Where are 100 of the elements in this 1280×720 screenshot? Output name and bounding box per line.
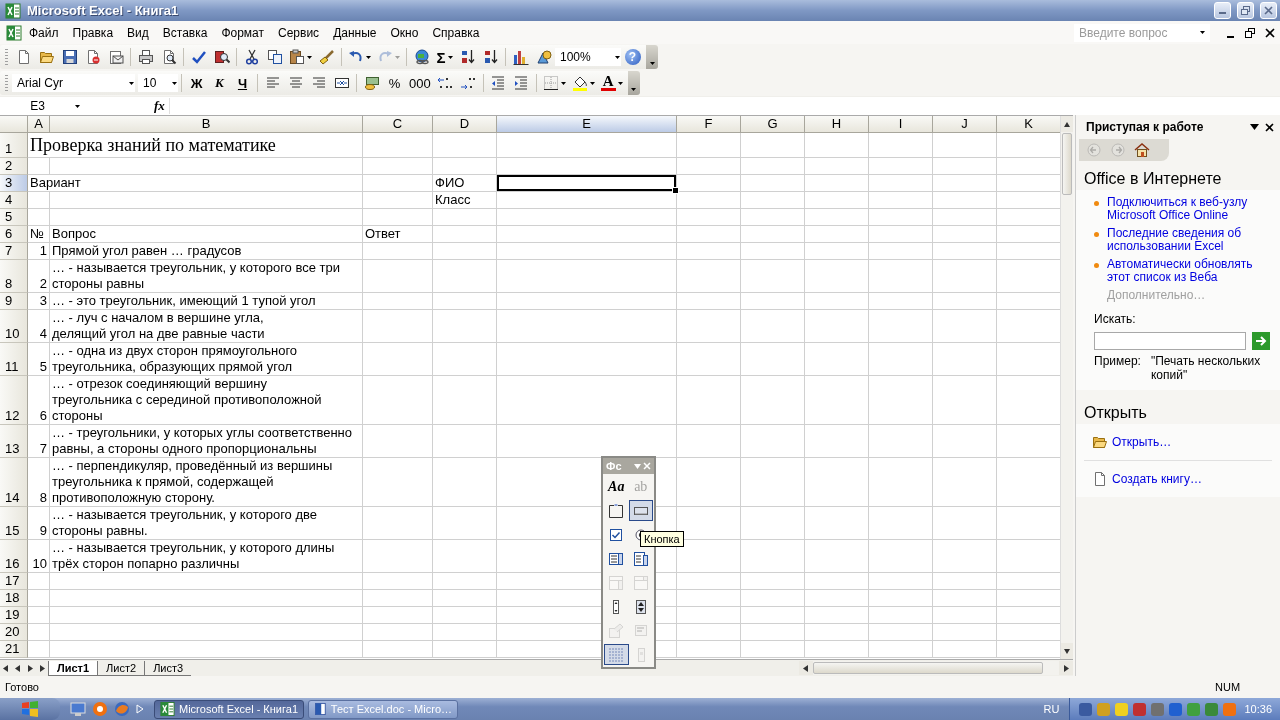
column-header[interactable]: H [805, 116, 869, 133]
row-header[interactable]: 15 [0, 507, 28, 540]
menu-item[interactable]: Данные [326, 23, 384, 42]
percent-button[interactable]: % [383, 72, 406, 94]
table-cell: … - это треугольник, имеющий 1 тупой угол [50, 293, 363, 310]
row-header[interactable]: 7 [0, 243, 28, 260]
link[interactable]: Последние сведения об использовании Excel [1107, 227, 1272, 253]
menu-item[interactable]: Окно [383, 23, 426, 42]
row-header[interactable]: 18 [0, 590, 28, 607]
example-text: "Печать нескольких копий" [1150, 354, 1262, 382]
table-cell: 3 [28, 293, 50, 310]
autosum-button[interactable]: Σ [433, 46, 456, 68]
column-header[interactable]: D [433, 116, 497, 133]
column-header[interactable]: K [997, 116, 1060, 133]
font-size-dropdown[interactable]: 10 [138, 74, 178, 92]
menu-item[interactable]: Файл [22, 23, 66, 42]
row-header[interactable]: 2 [0, 158, 28, 175]
column-header[interactable]: A [28, 116, 50, 133]
menu-item[interactable]: Правка [65, 23, 121, 42]
table-cell: Прямой угол равен … градусов [50, 243, 363, 260]
row-header[interactable]: 9 [0, 293, 28, 310]
sheet-tab[interactable]: Лист3 [144, 660, 192, 676]
table-cell: 2 [28, 260, 50, 293]
row-header[interactable]: 19 [0, 607, 28, 624]
search-label: Искать: [1094, 312, 1136, 326]
row-header[interactable]: 14 [0, 458, 28, 507]
menu-item[interactable]: Формат [214, 23, 272, 42]
italic-button[interactable]: К [208, 72, 231, 94]
num-lock-indicator: NUM [1215, 681, 1242, 693]
window-title: Microsoft Excel - Книга1 [27, 3, 180, 18]
status-text: Готово [5, 681, 39, 693]
sheet-tab[interactable]: Лист1 [48, 660, 98, 676]
row-header[interactable]: 20 [0, 624, 28, 641]
column-header[interactable]: I [869, 116, 933, 133]
bold-button[interactable]: Ж [185, 72, 208, 94]
column-header[interactable]: E [497, 116, 677, 133]
link[interactable]: Открыть… [1112, 435, 1172, 449]
menu-item[interactable]: Вид [120, 23, 156, 42]
row-header[interactable]: 13 [0, 425, 28, 458]
table-cell: … - называется треугольник, у которого две стороны равны. [50, 507, 363, 540]
menu-item[interactable]: Сервис [271, 23, 327, 42]
table-cell: 10 [28, 540, 50, 573]
table-cell: Вариант [28, 175, 363, 192]
table-cell: Вопрос [50, 226, 363, 243]
column-header[interactable]: B [50, 116, 363, 133]
font-dropdown[interactable]: Arial Cyr [12, 74, 135, 92]
row-header[interactable]: 10 [0, 310, 28, 343]
table-cell: … - называется треугольник, у которого все три стороны равны [50, 260, 363, 293]
language-indicator[interactable]: RU [1037, 703, 1066, 715]
row-header[interactable]: 1 [0, 133, 28, 158]
table-cell: Ответ [363, 226, 433, 243]
table-cell: … - треугольники, у которых углы соответственно равны, а стороны одного пропорциональны [50, 425, 363, 458]
example-label: Пример: [1094, 354, 1141, 370]
row-header[interactable]: 8 [0, 260, 28, 293]
table-cell: 5 [28, 343, 50, 376]
taskbar-button[interactable]: Microsoft Excel - Книга1 [154, 699, 304, 719]
column-header[interactable]: G [741, 116, 805, 133]
table-cell: ФИО [433, 175, 497, 192]
table-cell: 8 [28, 458, 50, 507]
zoom-dropdown[interactable]: 100% [555, 48, 621, 66]
font-color-button[interactable]: A [597, 72, 626, 94]
link[interactable]: Автоматически обновлять этот список из Веба [1107, 258, 1272, 284]
table-cell: № [28, 226, 50, 243]
task-pane-title: Приступая к работе [1086, 120, 1205, 134]
table-cell: … - перпендикуляр, проведённый из вершины треугольника к прямой, содержащей противоположную сторону. [50, 458, 363, 507]
clock: 10:36 [1244, 703, 1272, 715]
row-header[interactable]: 16 [0, 540, 28, 573]
row-header[interactable]: 17 [0, 573, 28, 590]
table-cell: 1 [28, 243, 50, 260]
table-cell: … - луч с началом в вершине угла, делящий угол на две равные части [50, 310, 363, 343]
underline-button[interactable]: Ч [231, 72, 254, 94]
table-cell: … - называется треугольник, у которого длины трёх сторон попарно различны [50, 540, 363, 573]
table-cell: … - отрезок соединяющий вершину треугольника с серединой противоположной стороны [50, 376, 363, 425]
table-cell: Проверка знаний по математике [28, 133, 363, 158]
tooltip: Кнопка [640, 531, 684, 547]
row-header[interactable]: 12 [0, 376, 28, 425]
row-header[interactable]: 5 [0, 209, 28, 226]
column-header[interactable]: F [677, 116, 741, 133]
column-header[interactable]: C [363, 116, 433, 133]
link[interactable]: Подключиться к веб-узлу Microsoft Office Online [1107, 196, 1272, 222]
link[interactable]: Создать книгу… [1112, 472, 1202, 486]
row-header[interactable]: 4 [0, 192, 28, 209]
table-cell: Класс [433, 192, 497, 209]
menu-item[interactable]: Вставка [155, 23, 215, 42]
section-heading: Office в Интернете [1083, 169, 1223, 189]
menu-item[interactable]: Справка [425, 23, 487, 42]
table-cell: 6 [28, 376, 50, 425]
row-header[interactable]: 21 [0, 641, 28, 658]
row-header[interactable]: 6 [0, 226, 28, 243]
table-cell: 7 [28, 425, 50, 458]
sheet-tab[interactable]: Лист2 [97, 660, 145, 676]
row-header[interactable]: 11 [0, 343, 28, 376]
column-header[interactable]: J [933, 116, 997, 133]
form-control-tool[interactable]: Aa [604, 476, 629, 497]
toolbar-title: Фс [606, 460, 623, 472]
thousands-button[interactable]: 000 [406, 72, 434, 94]
row-header[interactable]: 3 [0, 175, 28, 192]
table-cell: 9 [28, 507, 50, 540]
insert-function-button[interactable]: fx [150, 98, 169, 114]
table-cell: 4 [28, 310, 50, 343]
